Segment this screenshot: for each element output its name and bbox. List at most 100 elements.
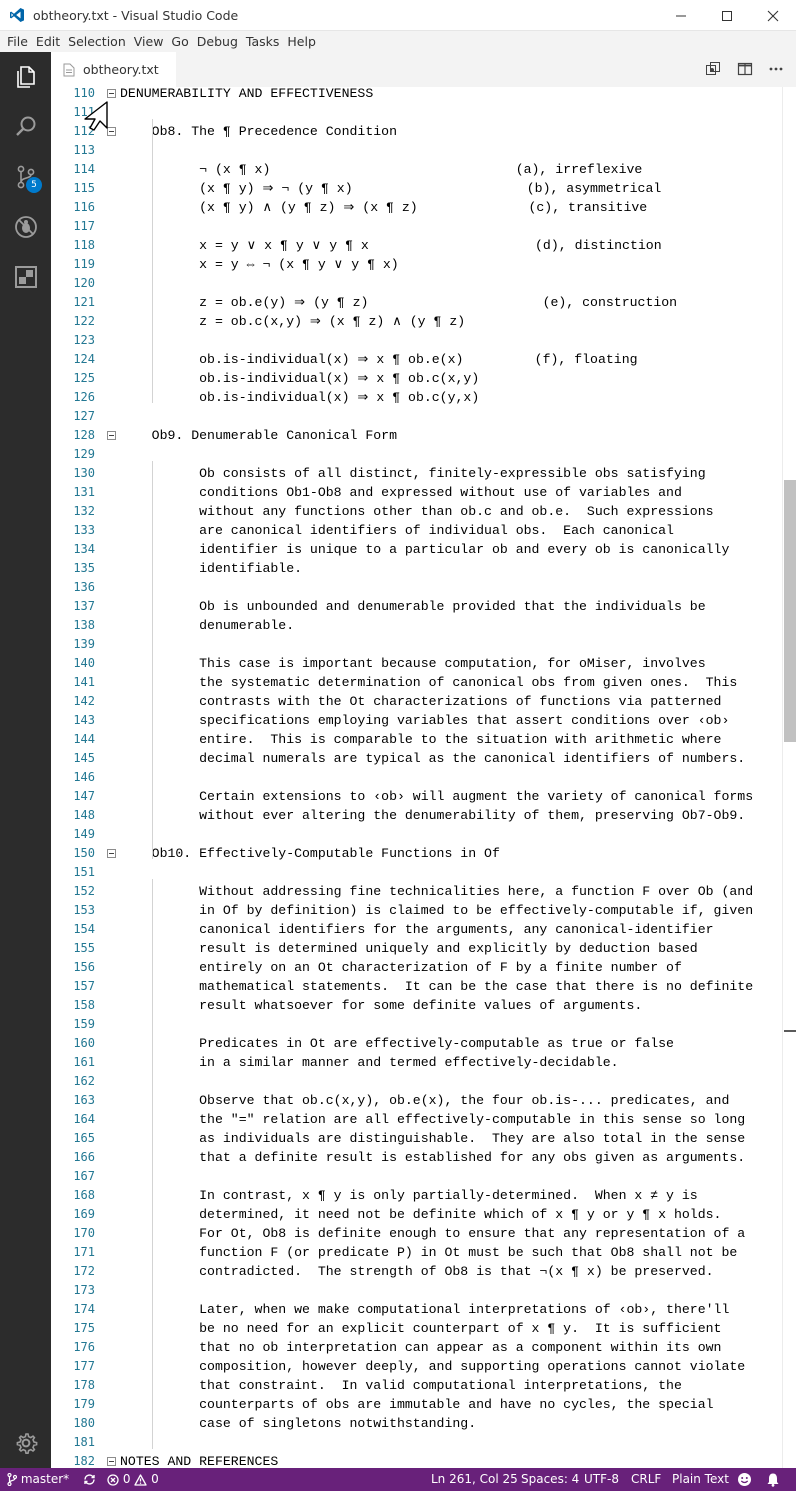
code-line[interactable]: 145 decimal numerals are typical as the … [51,749,796,768]
code-line[interactable]: 139 [51,635,796,654]
code-line[interactable]: 138 denumerable. [51,616,796,635]
code-line[interactable]: 169 determined, it need not be definite … [51,1205,796,1224]
menu-tasks[interactable]: Tasks [242,31,284,52]
code-line[interactable]: 162 [51,1072,796,1091]
code-line[interactable]: 164 the "=" relation are all effectively… [51,1110,796,1129]
code-line[interactable]: 173 [51,1281,796,1300]
activity-explorer[interactable] [0,52,51,102]
code-line[interactable]: 143 specifications employing variables t… [51,711,796,730]
activity-settings[interactable] [0,1418,51,1468]
code-line[interactable]: 137 Ob is unbounded and denumerable prov… [51,597,796,616]
code-line[interactable]: 118 x = y ∨ x ¶ y ∨ y ¶ x (d), distincti… [51,236,796,255]
problems-indicator[interactable]: 0 0 [107,1468,159,1491]
code-line[interactable]: 135 identifiable. [51,559,796,578]
more-actions-button[interactable] [767,60,785,78]
code-line[interactable]: 174 Later, when we make computational in… [51,1300,796,1319]
code-line[interactable]: 140 This case is important because compu… [51,654,796,673]
code-line[interactable]: 132 without any functions other than ob.… [51,502,796,521]
notifications-button[interactable] [766,1468,780,1491]
code-line[interactable]: 112 Ob8. The ¶ Precedence Condition [51,122,796,141]
end-of-line[interactable]: CRLF [631,1468,661,1491]
activity-search[interactable] [0,102,51,152]
code-line[interactable]: 148 without ever altering the denumerabi… [51,806,796,825]
code-line[interactable]: 115 (x ¶ y) ⇒ ¬ (y ¶ x) (b), asymmetrica… [51,179,796,198]
minimize-button[interactable] [658,0,704,31]
editor-area[interactable]: 110 DENUMERABILITY AND EFFECTIVENESS 111 11… [51,87,796,1468]
code-line[interactable]: 136 [51,578,796,597]
code-line[interactable]: 171 function F (or predicate P) in Ot mu… [51,1243,796,1262]
code-line[interactable]: 159 [51,1015,796,1034]
code-line[interactable]: 172 contradicted. The strength of Ob8 is… [51,1262,796,1281]
code-line[interactable]: 150 Ob10. Effectively-Computable Functio… [51,844,796,863]
code-line[interactable]: 141 the systematic determination of cano… [51,673,796,692]
code-line[interactable]: 134 identifier is unique to a particular… [51,540,796,559]
code-line[interactable]: 116 (x ¶ y) ∧ (y ¶ z) ⇒ (x ¶ z) (c), tra… [51,198,796,217]
code-line[interactable]: 122 z = ob.c(x,y) ⇒ (x ¶ z) ∧ (y ¶ z) [51,312,796,331]
code-line[interactable]: 113 [51,141,796,160]
code-line[interactable]: 181 [51,1433,796,1452]
code-line[interactable]: 152 Without addressing fine technicaliti… [51,882,796,901]
code-line[interactable]: 180 case of singletons notwithstanding. [51,1414,796,1433]
code-line[interactable]: 149 [51,825,796,844]
split-editor-button[interactable] [736,60,754,78]
code-line[interactable]: 123 [51,331,796,350]
code-line[interactable]: 128 Ob9. Denumerable Canonical Form [51,426,796,445]
code-line[interactable]: 121 z = ob.e(y) ⇒ (y ¶ z) (e), construct… [51,293,796,312]
code-line[interactable]: 133 are canonical identifiers of individ… [51,521,796,540]
code-line[interactable]: 155 result is determined uniquely and ex… [51,939,796,958]
code-line[interactable]: 179 counterparts of obs are immutable an… [51,1395,796,1414]
code-line[interactable]: 124 ob.is-individual(x) ⇒ x ¶ ob.e(x) (f… [51,350,796,369]
feedback-button[interactable] [737,1468,752,1491]
code-line[interactable]: 182 NOTES AND REFERENCES [51,1452,796,1468]
code-line[interactable]: 175 be no need for an explicit counterpa… [51,1319,796,1338]
code-line[interactable]: 157 mathematical statements. It can be t… [51,977,796,996]
menu-debug[interactable]: Debug [193,31,242,52]
code-line[interactable]: 176 that no ob interpretation can appear… [51,1338,796,1357]
code-line[interactable]: 170 For Ot, Ob8 is definite enough to en… [51,1224,796,1243]
code-line[interactable]: 151 [51,863,796,882]
code-line[interactable]: 125 ob.is-individual(x) ⇒ x ¶ ob.c(x,y) [51,369,796,388]
code-line[interactable]: 161 in a similar manner and termed effec… [51,1053,796,1072]
indentation[interactable]: Spaces: 4 [521,1468,579,1491]
code-line[interactable]: 144 entire. This is comparable to the si… [51,730,796,749]
code-line[interactable]: 165 as individuals are distinguishable. … [51,1129,796,1148]
tab-obtheory[interactable]: obtheory.txt [51,52,176,87]
code-line[interactable]: 163 Observe that ob.c(x,y), ob.e(x), the… [51,1091,796,1110]
code-line[interactable]: 130 Ob consists of all distinct, finitel… [51,464,796,483]
code-line[interactable]: 154 canonical identifiers for the argume… [51,920,796,939]
menu-edit[interactable]: Edit [32,31,64,52]
code-line[interactable]: 119 x = y ⇔ ¬ (x ¶ y ∨ y ¶ x) [51,255,796,274]
activity-debug[interactable] [0,202,51,252]
code-line[interactable]: 160 Predicates in Ot are effectively-com… [51,1034,796,1053]
code-line[interactable]: 131 conditions Ob1-Ob8 and expressed wit… [51,483,796,502]
code-line[interactable]: 178 that constraint. In valid computatio… [51,1376,796,1395]
branch-indicator[interactable]: master* [7,1468,69,1491]
activity-source-control[interactable]: 5 [0,152,51,202]
code-line[interactable]: 146 [51,768,796,787]
menu-help[interactable]: Help [283,31,320,52]
activity-extensions[interactable] [0,252,51,302]
fold-collapse-icon[interactable] [107,849,116,858]
encoding[interactable]: UTF-8 [584,1468,619,1491]
menu-go[interactable]: Go [167,31,192,52]
code-line[interactable]: 111 [51,103,796,122]
cursor-position[interactable]: Ln 261, Col 25 [431,1468,518,1491]
menu-file[interactable]: File [3,31,32,52]
code-line[interactable]: 127 [51,407,796,426]
sync-button[interactable] [83,1468,96,1491]
code-line[interactable]: 114 ¬ (x ¶ x) (a), irreflexive [51,160,796,179]
code-line[interactable]: 147 Certain extensions to ‹ob› will augm… [51,787,796,806]
menu-view[interactable]: View [130,31,168,52]
code-line[interactable]: 110 DENUMERABILITY AND EFFECTIVENESS [51,87,796,103]
fold-collapse-icon[interactable] [107,1457,116,1466]
language-mode[interactable]: Plain Text [672,1468,729,1491]
fold-collapse-icon[interactable] [107,89,116,98]
maximize-button[interactable] [704,0,750,31]
code-line[interactable]: 126 ob.is-individual(x) ⇒ x ¶ ob.c(y,x) [51,388,796,407]
fold-collapse-icon[interactable] [107,431,116,440]
code-line[interactable]: 153 in Of by definition) is claimed to b… [51,901,796,920]
scrollbar-thumb[interactable] [784,480,796,742]
code-line[interactable]: 168 In contrast, x ¶ y is only partially… [51,1186,796,1205]
code-line[interactable]: 158 result whatsoever for some definite … [51,996,796,1015]
code-line[interactable]: 167 [51,1167,796,1186]
